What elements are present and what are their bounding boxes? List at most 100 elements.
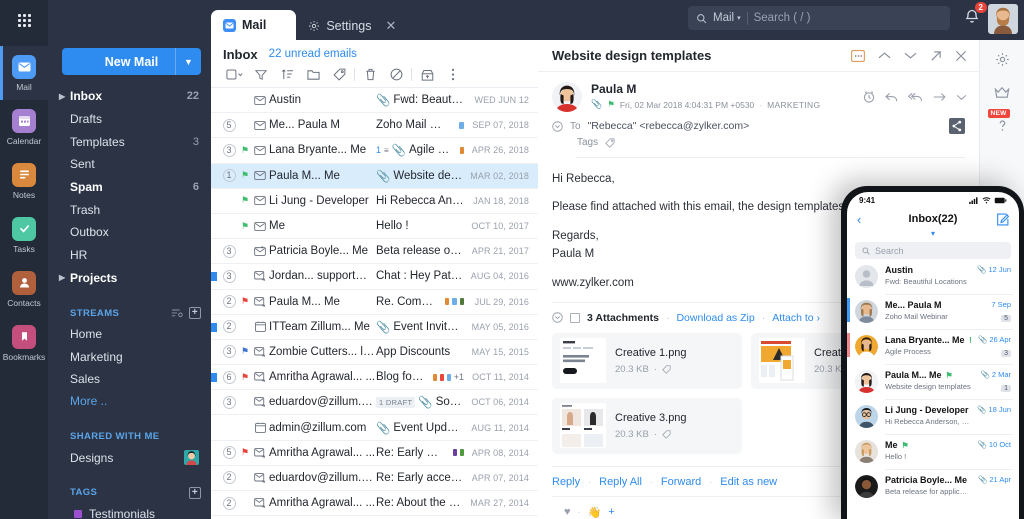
crown-icon[interactable] — [994, 86, 1010, 99]
table-row[interactable]: 2 ITTeam Zillum... Me 📎 Event Invitation… — [211, 315, 538, 340]
share-icon[interactable] — [949, 118, 965, 134]
list-item[interactable]: Li Jung - Developer ⚑ Hi Rebecca Anderso… — [847, 399, 1019, 434]
list-item[interactable]: Lana Bryante... Me ⚑ Agile Process 📎26 A… — [847, 329, 1019, 364]
flag-icon[interactable]: ⚑ — [239, 447, 251, 458]
flag-icon[interactable]: ⚑ — [239, 170, 251, 181]
tag-icon[interactable] — [662, 365, 671, 374]
chevron-down-icon[interactable] — [956, 94, 967, 101]
sidebar-item-inbox[interactable]: ▶ Inbox 22 — [48, 85, 211, 108]
flag-icon[interactable]: ⚑ — [239, 372, 251, 383]
table-row[interactable]: 5 ⚑ Amritha Agrawal... ... Re: Early acc… — [211, 441, 538, 466]
attach-to-link[interactable]: Attach to › — [772, 312, 820, 324]
move-to-folder-icon[interactable] — [300, 62, 326, 88]
download-zip-link[interactable]: Download as Zip — [676, 312, 754, 324]
table-row[interactable]: 6 ⚑ Amritha Agrawal... ... Blog for the … — [211, 365, 538, 391]
delete-icon[interactable] — [357, 62, 383, 88]
sidebar-item-home[interactable]: Home — [48, 323, 211, 345]
add-stream-button[interactable]: + — [189, 307, 201, 320]
flag-icon[interactable]: ⚑ — [607, 99, 615, 110]
table-row[interactable]: ⚑ Li Jung - Developer Hi Rebecca Anderso… — [211, 189, 538, 214]
sidebar-item-hr[interactable]: HR — [48, 244, 211, 267]
list-item[interactable]: Me ⚑ Hello ! 📎 10 Oct — [847, 434, 1019, 469]
select-all-checkbox[interactable] — [222, 62, 248, 88]
archive-icon[interactable] — [414, 62, 440, 88]
tag-icon[interactable] — [662, 430, 671, 439]
flag-icon[interactable]: ⚑ — [239, 221, 251, 232]
mark-spam-icon[interactable] — [383, 62, 409, 88]
list-item[interactable]: Austin Fwd: Beautiful Locations 📎 12 Jun — [847, 259, 1019, 294]
sidebar-item-trash[interactable]: Trash — [48, 198, 211, 221]
close-icon[interactable] — [955, 50, 967, 62]
unread-count-link[interactable]: 22 unread emails — [269, 48, 357, 60]
snooze-icon[interactable] — [863, 91, 875, 103]
rail-item-calendar[interactable]: Calendar — [0, 100, 48, 154]
select-attachments-checkbox[interactable] — [570, 312, 580, 323]
tab-settings[interactable]: Settings ✕ — [296, 12, 414, 40]
sort-icon[interactable] — [274, 62, 300, 88]
table-row[interactable]: 5 Me... Paula M Zoho Mail Webinar SEP 07… — [211, 113, 538, 139]
edit-as-new-button[interactable]: Edit as new — [720, 476, 777, 488]
close-icon[interactable]: ✕ — [385, 18, 396, 34]
flag-icon[interactable]: ⚑ — [969, 336, 971, 345]
tag-icon[interactable] — [326, 62, 352, 88]
rail-item-notes[interactable]: Notes — [0, 154, 48, 208]
table-row[interactable]: 2 Amritha Agrawal... ... Re: About the d… — [211, 491, 538, 517]
sidebar-item-sales[interactable]: Sales — [48, 368, 211, 390]
table-row[interactable]: admin@zillum.com 📎 Event Updated - De...… — [211, 415, 538, 441]
gear-icon[interactable] — [995, 52, 1010, 67]
sidebar-item-marketing[interactable]: Marketing — [48, 345, 211, 367]
next-icon[interactable] — [904, 51, 917, 60]
list-item[interactable]: Patricia Boyle... Me Beta release for ap… — [847, 469, 1019, 504]
table-row[interactable]: ⚑ Me Hello ! OCT 10, 2017 — [211, 214, 538, 240]
tag-icon[interactable] — [605, 137, 615, 148]
sidebar-item-sent[interactable]: Sent — [48, 153, 211, 176]
table-row[interactable]: 3 Patricia Boyle... Me Beta release of a… — [211, 239, 538, 265]
add-reaction-icon[interactable]: + — [608, 506, 614, 518]
tab-mail[interactable]: Mail — [211, 10, 297, 40]
stream-settings-icon[interactable] — [171, 308, 183, 318]
sidebar-item-drafts[interactable]: Drafts — [48, 108, 211, 131]
expand-attachments-icon[interactable] — [552, 312, 563, 324]
table-row[interactable]: 3 ⚑ Zombie Cutters... le... App Discount… — [211, 340, 538, 366]
flag-icon[interactable]: ⚑ — [239, 145, 251, 156]
avatar[interactable] — [988, 4, 1018, 34]
expand-details-icon[interactable] — [552, 120, 563, 132]
notifications-button[interactable]: 2 — [964, 2, 987, 24]
flag-icon[interactable]: ⚑ — [239, 346, 251, 357]
popout-icon[interactable] — [930, 50, 942, 62]
sidebar-item-designs[interactable]: Designs — [48, 446, 211, 468]
forward-icon[interactable] — [933, 92, 946, 102]
flag-icon[interactable]: ⚑ — [239, 195, 251, 206]
filter-icon[interactable] — [248, 62, 274, 88]
table-row[interactable]: Austin 📎 Fwd: Beautiful locati... WED JU… — [211, 88, 538, 114]
wave-reaction-icon[interactable]: 👋 — [588, 506, 602, 519]
reply-all-icon[interactable] — [908, 92, 923, 103]
sidebar-item-outbox[interactable]: Outbox — [48, 221, 211, 244]
reply-icon[interactable] — [885, 92, 898, 103]
list-item[interactable]: Me... Paula M Zoho Mail Webinar 7 Sep 5 — [847, 294, 1019, 329]
more-options-icon[interactable] — [440, 62, 466, 88]
chevron-down-icon[interactable]: ▾ — [847, 230, 1019, 238]
apps-grid-button[interactable] — [0, 0, 48, 40]
flag-icon[interactable]: ⚑ — [946, 371, 953, 380]
search-bar[interactable]: Mail ▾ — [688, 6, 950, 30]
attachment-card[interactable]: Creative 1.png 20.3 KB · — [552, 332, 742, 389]
search-input[interactable] — [753, 12, 942, 24]
sidebar-item-projects[interactable]: ▶ Projects — [48, 267, 211, 290]
sidebar-item-templates[interactable]: Templates 3 — [48, 130, 211, 153]
new-mail-button[interactable]: New Mail ▼ — [62, 48, 201, 75]
list-item[interactable]: Paula M... Me ⚑ Website design templates… — [847, 364, 1019, 399]
table-row[interactable]: 2 eduardov@zillum.c... Re: Early access … — [211, 466, 538, 491]
search-scope-dropdown[interactable]: Mail ▾ — [713, 12, 741, 24]
add-tag-button[interactable]: + — [189, 486, 201, 499]
table-row[interactable]: 1 ⚑ Paula M... Me 📎 Website design temp.… — [211, 163, 538, 189]
phone-search-input[interactable]: Search — [855, 242, 1011, 259]
sidebar-item-spam[interactable]: Spam 6 — [48, 176, 211, 199]
sidebar-item-more-streams[interactable]: More .. — [48, 390, 211, 412]
rail-item-bookmarks[interactable]: Bookmarks — [0, 316, 48, 370]
notes-icon[interactable] — [851, 49, 865, 62]
sidebar-item-tag-testimonials[interactable]: Testimonials — [48, 503, 211, 519]
flag-icon[interactable]: ⚑ — [902, 441, 909, 450]
flag-icon[interactable]: ⚑ — [239, 296, 251, 307]
reply-button[interactable]: Reply — [552, 476, 580, 488]
